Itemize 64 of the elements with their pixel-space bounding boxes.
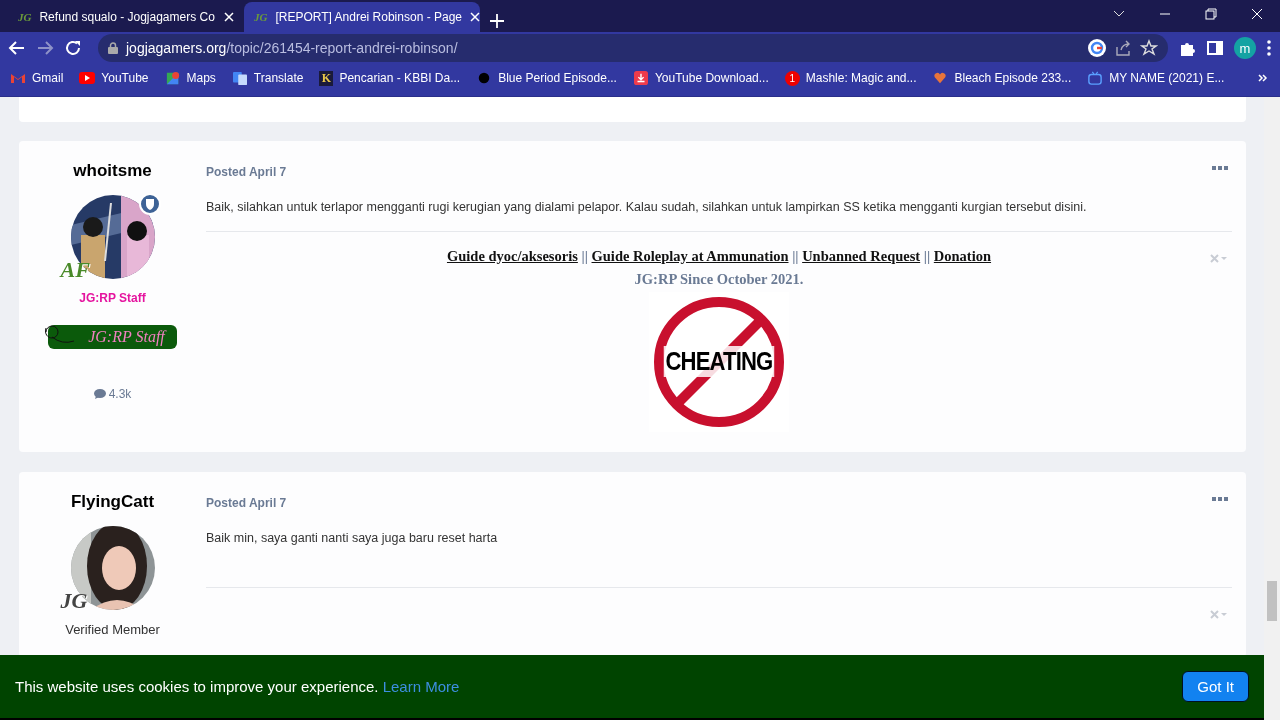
translate-icon (231, 71, 248, 85)
close-icon[interactable] (224, 12, 234, 22)
mail-icon (10, 71, 26, 85)
tab-title: Refund squalo - Jogjagamers Co (39, 10, 216, 24)
bookmark-link[interactable]: Pencarian - KBBI Da... (339, 71, 461, 85)
address-bar[interactable]: jogjagamers.org/topic/261454-report-andrei-robinson/ (98, 34, 1168, 62)
dictionary-icon: K (319, 70, 334, 86)
download-icon (632, 71, 649, 85)
author-name[interactable]: whoitsme (73, 161, 152, 181)
got-it-button[interactable]: Got It (1182, 671, 1249, 702)
author-name[interactable]: FlyingCatt (70, 491, 155, 512)
browser-tab[interactable]: JG [REPORT] Andrei Robinson - Page (244, 2, 480, 32)
rank-label: JG (60, 587, 88, 614)
bookmark-link[interactable]: Mashle: Magic and... (805, 71, 917, 85)
reload-icon[interactable] (64, 39, 82, 57)
signature-link[interactable]: Unbanned Request (802, 247, 921, 264)
notification-badge: 1 (784, 70, 800, 86)
back-icon[interactable] (8, 39, 26, 57)
member-group: JG:RP Staff (79, 291, 146, 305)
bookmark-link[interactable]: Blue Period Episode... (498, 71, 617, 85)
bookmark-link[interactable]: Bleach Episode 233... (954, 71, 1072, 85)
speech-bubble-icon (93, 389, 106, 399)
cookie-message: This website uses cookies to improve your experience. Learn More (15, 678, 461, 695)
post-date: Posted April 7 (206, 165, 287, 179)
lock-icon (108, 42, 118, 54)
member-group: Verified Member (65, 621, 160, 637)
share-icon[interactable] (1114, 39, 1132, 57)
heart-icon (932, 71, 949, 85)
google-icon[interactable] (1088, 39, 1106, 57)
bookmark-link[interactable]: YouTube (101, 71, 149, 85)
post-body: Baik min, saya ganti nanti saya juga baru reset harta (206, 529, 499, 547)
signature-link[interactable]: Donation (933, 247, 992, 264)
site-favicon: JG (254, 11, 268, 23)
separator: || (792, 247, 799, 264)
bookmark-link[interactable]: Maps (186, 71, 216, 85)
reputation-count: 4.3k (93, 387, 132, 401)
signature-link[interactable]: Guide dyoc/aksesoris (446, 247, 578, 264)
bookmark-link[interactable]: YouTube Download... (654, 71, 769, 85)
bookmark-link[interactable]: Gmail (32, 71, 64, 85)
separator: || (581, 247, 588, 264)
site-favicon: JG (18, 11, 32, 23)
side-panel-icon[interactable] (1206, 39, 1224, 57)
bookmark-link[interactable]: Translate (253, 71, 304, 85)
close-icon[interactable] (470, 12, 480, 22)
menu-icon[interactable] (1266, 39, 1272, 57)
separator: || (923, 247, 931, 264)
star-icon[interactable] (1140, 39, 1158, 57)
map-pin-icon (164, 71, 181, 85)
tv-icon (1087, 71, 1104, 85)
more-bookmarks-icon[interactable] (1258, 73, 1268, 83)
staff-banner: JG:RP Staff (48, 325, 177, 349)
post-body: Baik, silahkan untuk terlapor mengganti rugi kerugian yang dialami pelapor. Kalau sudah, silahkan untuk lampirkan SS ketika mengganti kurgian tersebut disini. (206, 199, 1088, 216)
bookmark-link[interactable]: MY NAME (2021) E... (1109, 71, 1225, 85)
rank-label: AF (60, 257, 90, 283)
tab-title: [REPORT] Andrei Robinson - Page (275, 10, 462, 24)
browser-tab[interactable]: JG Refund squalo - Jogjagamers Co (8, 2, 244, 32)
post-date: Posted April 7 (206, 495, 287, 510)
signature-link[interactable]: Guide Roleplay at Ammunation (591, 247, 789, 264)
new-tab-icon[interactable] (490, 14, 504, 28)
forward-icon[interactable] (36, 39, 54, 57)
signature-text: JG:RP Since October 2021. (633, 270, 805, 288)
more-options-icon[interactable] (1212, 495, 1228, 502)
play-icon (79, 71, 96, 85)
more-options-icon[interactable] (1212, 165, 1228, 171)
